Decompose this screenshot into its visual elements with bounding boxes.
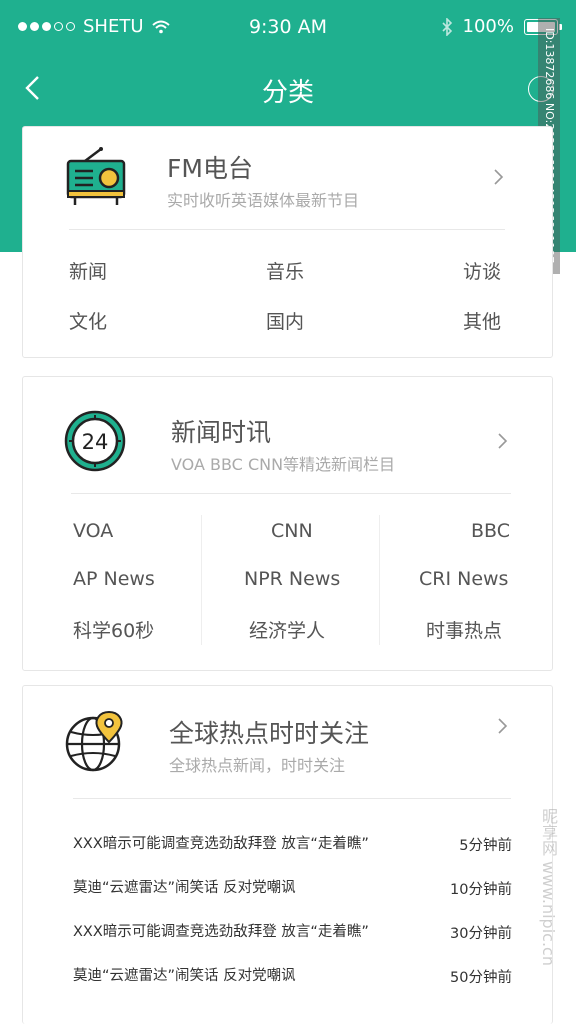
news-tag-cri[interactable]: CRI News — [419, 568, 508, 590]
watermark-site: 昵享网 www.nipic.cn — [539, 808, 558, 966]
fm-tag-domestic[interactable]: 国内 — [266, 307, 304, 334]
chevron-right-icon — [498, 718, 508, 734]
global-card-title: 全球热点时时关注 — [169, 719, 370, 748]
hot-news-time: 30分钟前 — [450, 926, 512, 942]
fm-card-subtitle: 实时收听英语媒体最新节目 — [167, 191, 360, 210]
hot-news-title[interactable]: XXX暗示可能调查竞选劲敌拜登 放言“走着瞧” — [73, 920, 369, 941]
clock-24-icon: 24 — [63, 409, 127, 477]
news-tag-cnn[interactable]: CNN — [271, 520, 313, 542]
chevron-right-icon — [494, 169, 504, 185]
divider — [73, 798, 511, 799]
news-tag-ap[interactable]: AP News — [73, 568, 155, 590]
fm-tag-news[interactable]: 新闻 — [69, 257, 107, 284]
chevron-right-icon — [498, 433, 508, 449]
fm-card-title: FM电台 — [167, 154, 253, 183]
divider — [71, 493, 511, 494]
hot-news-time: 5分钟前 — [459, 838, 512, 854]
news-card-subtitle: VOA BBC CNN等精选新闻栏目 — [171, 455, 396, 474]
news-tag-science60[interactable]: 科学60秒 — [73, 616, 154, 643]
divider — [69, 229, 505, 230]
column-divider — [379, 515, 380, 645]
hot-news-time: 50分钟前 — [450, 970, 512, 986]
bluetooth-icon — [441, 17, 452, 36]
news-tag-voa[interactable]: VOA — [73, 520, 113, 542]
news-tag-hot[interactable]: 时事热点 — [426, 616, 502, 643]
hot-news-title[interactable]: 莫迪“云遮雷达”闹笑话 反对党嘲讽 — [73, 876, 296, 897]
status-bar: SHETU 9:30 AM 100% — [0, 0, 576, 54]
global-card-subtitle: 全球热点新闻，时时关注 — [169, 756, 346, 775]
clock-label: 24 — [82, 430, 109, 454]
page-title: 分类 — [261, 78, 314, 108]
battery-percent: 100% — [462, 16, 514, 37]
globe-pin-icon — [63, 708, 129, 778]
hot-news-title[interactable]: 莫迪“云遮雷达”闹笑话 反对党嘲讽 — [73, 964, 296, 985]
hot-news-title[interactable]: XXX暗示可能调查竞选劲敌拜登 放言“走着瞧” — [73, 832, 369, 853]
hot-news-time: 10分钟前 — [450, 882, 512, 898]
news-tag-npr[interactable]: NPR News — [244, 568, 340, 590]
fm-radio-card[interactable]: FM电台 实时收听英语媒体最新节目 新闻 音乐 访谈 文化 国内 其他 — [22, 126, 553, 358]
fm-tag-other[interactable]: 其他 — [463, 307, 501, 334]
news-card[interactable]: 24 新闻时讯 VOA BBC CNN等精选新闻栏目 VOA CNN BBC A… — [22, 376, 553, 671]
column-divider — [201, 515, 202, 645]
radio-icon — [65, 147, 127, 211]
news-card-title: 新闻时讯 — [171, 418, 272, 447]
news-tag-bbc[interactable]: BBC — [471, 520, 510, 542]
nav-bar: 分类 — [0, 60, 576, 116]
fm-tag-music[interactable]: 音乐 — [266, 257, 304, 284]
global-hot-card[interactable]: 全球热点时时关注 全球热点新闻，时时关注 XXX暗示可能调查竞选劲敌拜登 放言“… — [22, 685, 553, 1024]
fm-tag-interview[interactable]: 访谈 — [463, 257, 501, 284]
fm-tag-culture[interactable]: 文化 — [69, 307, 107, 334]
news-tag-economist[interactable]: 经济学人 — [249, 616, 325, 643]
